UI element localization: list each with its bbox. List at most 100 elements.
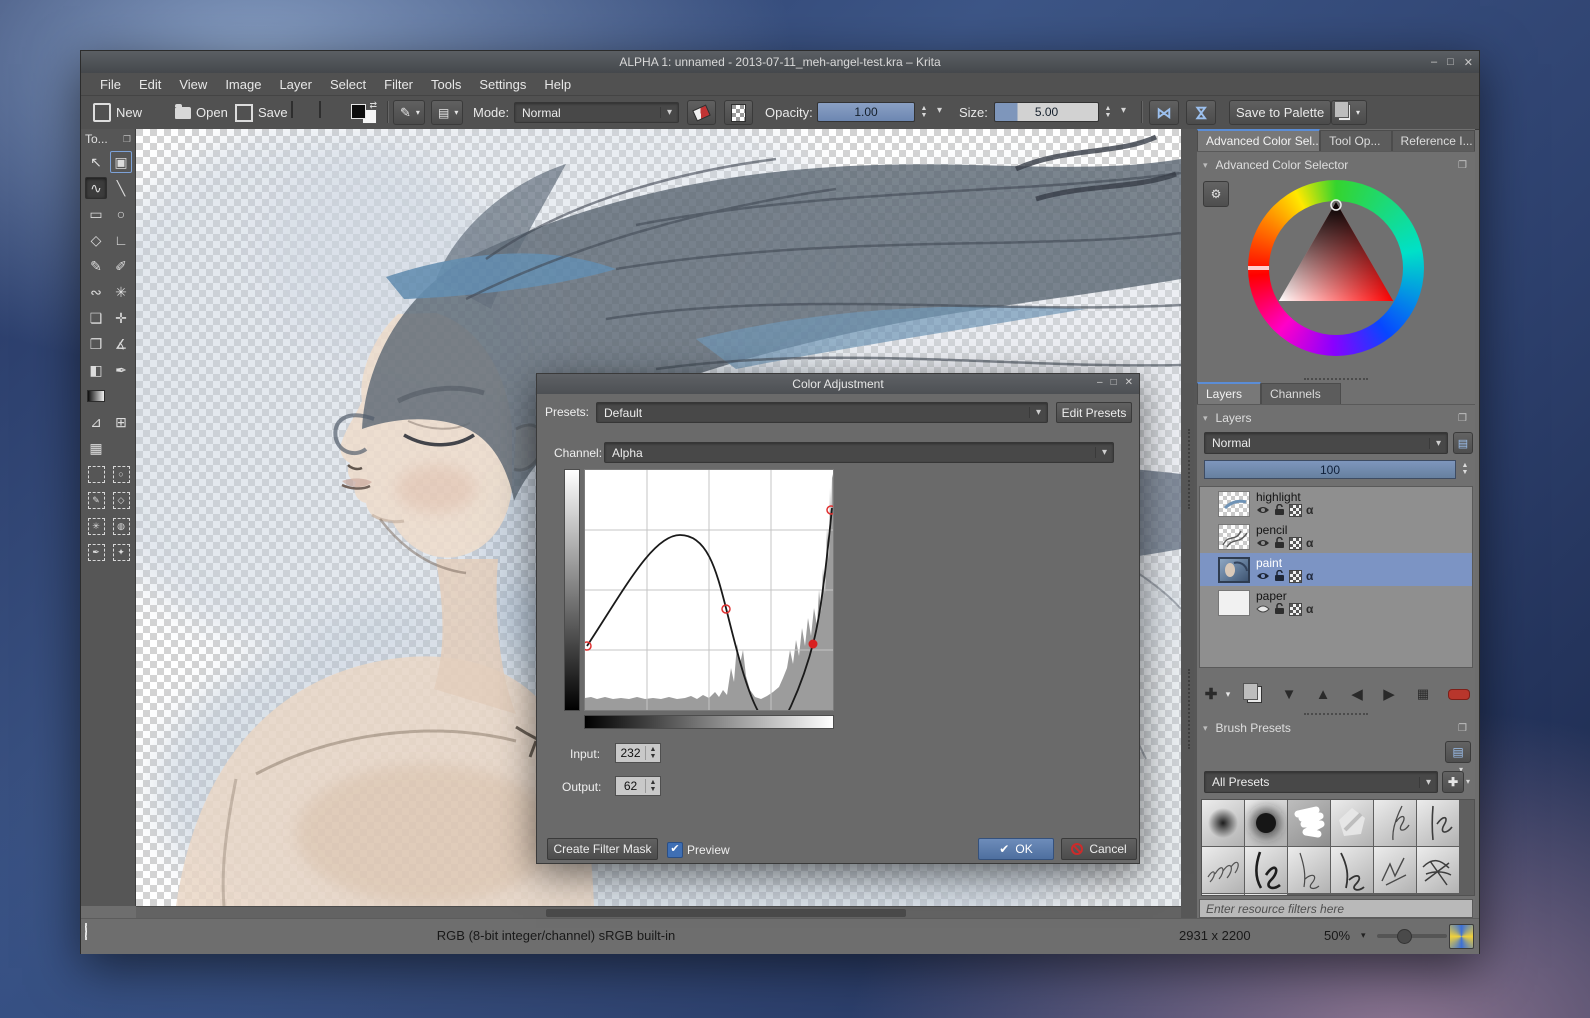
pattern-chooser[interactable] bbox=[319, 102, 321, 117]
mirror-horizontal-button[interactable]: ⋈ bbox=[1149, 100, 1179, 125]
wrap-around-button[interactable]: ⋈ bbox=[1186, 100, 1216, 125]
brush-preset[interactable] bbox=[1288, 800, 1330, 846]
visibility-eye-icon[interactable] bbox=[1256, 505, 1270, 515]
brush-preset[interactable] bbox=[1245, 894, 1287, 896]
tool-measure[interactable]: ∡ bbox=[110, 333, 132, 355]
tool-freehand-brush[interactable]: ∿ bbox=[85, 177, 107, 199]
curve-point-selected[interactable] bbox=[809, 640, 818, 649]
visibility-eye-icon[interactable] bbox=[1256, 571, 1270, 581]
cancel-button[interactable]: Cancel bbox=[1061, 838, 1137, 860]
tool-select-rectangular[interactable] bbox=[85, 463, 107, 485]
alpha-lock-icon[interactable] bbox=[1289, 537, 1302, 550]
menu-file[interactable]: File bbox=[91, 75, 130, 94]
output-spinbox[interactable]: 62▲▼ bbox=[615, 776, 661, 796]
tool-crop[interactable]: ❐ bbox=[85, 333, 107, 355]
move-layer-right-button[interactable]: ▶ bbox=[1377, 682, 1401, 706]
menu-filter[interactable]: Filter bbox=[375, 75, 422, 94]
layer-opacity-slider[interactable]: 100 bbox=[1204, 460, 1456, 479]
duplicate-layer-button[interactable] bbox=[1241, 682, 1267, 706]
tool-select-magnetic[interactable]: ✦ bbox=[110, 541, 132, 563]
save-button[interactable]: Save bbox=[229, 100, 294, 125]
lock-icon[interactable] bbox=[1274, 537, 1285, 549]
tool-freehand-path[interactable]: ✐ bbox=[110, 255, 132, 277]
menu-tools[interactable]: Tools bbox=[422, 75, 470, 94]
eraser-mode-button[interactable] bbox=[687, 100, 716, 125]
clone-button[interactable]: ▾ bbox=[1331, 100, 1367, 125]
preview-checkbox[interactable]: ✔ bbox=[667, 842, 683, 858]
preserve-alpha-button[interactable] bbox=[724, 100, 753, 125]
presets-dropdown[interactable]: Default▾ bbox=[596, 402, 1048, 423]
tool-dynamic-brush[interactable]: ∾ bbox=[85, 281, 107, 303]
tool-shape-select[interactable]: ↖ bbox=[85, 151, 107, 173]
edit-presets-button[interactable]: Edit Presets bbox=[1056, 402, 1132, 423]
float-docker-icon[interactable]: ❐ bbox=[1458, 160, 1467, 171]
layer-properties-button[interactable]: ▦ bbox=[1411, 682, 1435, 706]
brush-preset[interactable] bbox=[1245, 800, 1287, 846]
alpha-lock-icon[interactable] bbox=[1289, 603, 1302, 616]
opacity-spinner[interactable]: ▲▼ bbox=[917, 102, 931, 122]
create-filter-mask-button[interactable]: Create Filter Mask bbox=[547, 838, 658, 860]
new-button[interactable]: New bbox=[87, 100, 148, 125]
collapse-chevron-icon[interactable]: ▾ bbox=[1197, 413, 1208, 424]
layer-row-pencil[interactable]: pencil α bbox=[1200, 520, 1472, 553]
tool-grid[interactable]: ▦ bbox=[85, 437, 107, 459]
foreground-color-swatch[interactable] bbox=[351, 104, 366, 119]
brush-preset[interactable] bbox=[1331, 800, 1373, 846]
alpha-channel-icon[interactable]: α bbox=[1306, 538, 1313, 549]
tool-rectangle[interactable]: ▭ bbox=[85, 203, 107, 225]
layer-opacity-spinner[interactable]: ▲▼ bbox=[1458, 459, 1472, 479]
dialog-title-bar[interactable]: Color Adjustment – □ ✕ bbox=[537, 374, 1139, 394]
preset-view-mode-button[interactable]: ▤ bbox=[1445, 741, 1471, 763]
alpha-lock-icon[interactable] bbox=[1289, 504, 1302, 517]
lock-icon[interactable] bbox=[1274, 504, 1285, 516]
brush-preset[interactable] bbox=[1331, 847, 1373, 893]
zoom-slider-handle[interactable] bbox=[1397, 929, 1412, 944]
tool-edit-shapes[interactable]: ▣ bbox=[110, 151, 132, 173]
layer-blend-mode-dropdown[interactable]: Normal▾ bbox=[1204, 432, 1448, 454]
add-layer-button[interactable]: ✚ bbox=[1201, 682, 1221, 706]
tool-move[interactable]: ✛ bbox=[110, 307, 132, 329]
tool-perspective-grid[interactable]: ⊞ bbox=[110, 411, 132, 433]
layer-row-paper[interactable]: paper α bbox=[1200, 586, 1472, 619]
open-button[interactable]: Open bbox=[169, 100, 234, 125]
add-layer-chevron[interactable]: ▾ bbox=[1221, 682, 1235, 706]
size-options-chevron-icon[interactable]: ▾ bbox=[1121, 105, 1126, 116]
zoom-chevron-icon[interactable]: ▾ bbox=[1361, 930, 1366, 941]
swap-colors-icon[interactable]: ⇄ bbox=[369, 100, 377, 111]
tool-select-contiguous[interactable]: ◍ bbox=[110, 515, 132, 537]
collapse-chevron-icon[interactable]: ▾ bbox=[1197, 160, 1208, 171]
brush-preset[interactable] bbox=[1288, 847, 1330, 893]
lock-icon[interactable] bbox=[1274, 570, 1285, 582]
brush-preset[interactable] bbox=[1417, 800, 1459, 846]
dialog-maximize-icon[interactable]: □ bbox=[1111, 377, 1117, 388]
brush-settings-button[interactable]: ▤▾ bbox=[431, 100, 463, 125]
alpha-channel-icon[interactable]: α bbox=[1306, 505, 1313, 516]
tab-reference-images[interactable]: Reference I... bbox=[1392, 130, 1475, 151]
menu-edit[interactable]: Edit bbox=[130, 75, 170, 94]
title-bar[interactable]: ALPHA 1: unnamed - 2013-07-11_meh-angel-… bbox=[81, 51, 1479, 73]
menu-select[interactable]: Select bbox=[321, 75, 375, 94]
blend-mode-dropdown[interactable]: Normal▾ bbox=[514, 102, 679, 123]
size-spinner[interactable]: ▲▼ bbox=[1101, 102, 1115, 122]
float-docker-icon[interactable]: ❐ bbox=[1458, 413, 1467, 424]
menu-help[interactable]: Help bbox=[535, 75, 580, 94]
dialog-close-icon[interactable]: ✕ bbox=[1125, 377, 1133, 388]
color-wheel[interactable] bbox=[1248, 180, 1424, 356]
dock-splitter[interactable] bbox=[1181, 129, 1197, 918]
tab-advanced-color-selector[interactable]: Advanced Color Sel... bbox=[1197, 129, 1320, 151]
gradient-chooser[interactable] bbox=[291, 102, 293, 117]
tool-line[interactable]: ╲ bbox=[110, 177, 132, 199]
tool-assistant[interactable]: ⊿ bbox=[85, 411, 107, 433]
menu-layer[interactable]: Layer bbox=[270, 75, 321, 94]
canvas-only-mode-button[interactable] bbox=[1449, 924, 1474, 952]
input-spinbox[interactable]: 232▲▼ bbox=[615, 743, 661, 763]
move-layer-up-button[interactable]: ▲ bbox=[1311, 682, 1335, 706]
float-docker-icon[interactable]: ❐ bbox=[123, 134, 131, 145]
tool-select-outline[interactable]: ✳ bbox=[85, 515, 107, 537]
dialog-minimize-icon[interactable]: – bbox=[1097, 377, 1103, 388]
alpha-lock-icon[interactable] bbox=[1289, 570, 1302, 583]
tool-gradient[interactable] bbox=[85, 385, 107, 407]
dock-resize-handle[interactable] bbox=[1304, 378, 1368, 380]
float-docker-icon[interactable]: ❐ bbox=[1458, 723, 1467, 734]
ok-button[interactable]: ✔OK bbox=[978, 838, 1054, 860]
